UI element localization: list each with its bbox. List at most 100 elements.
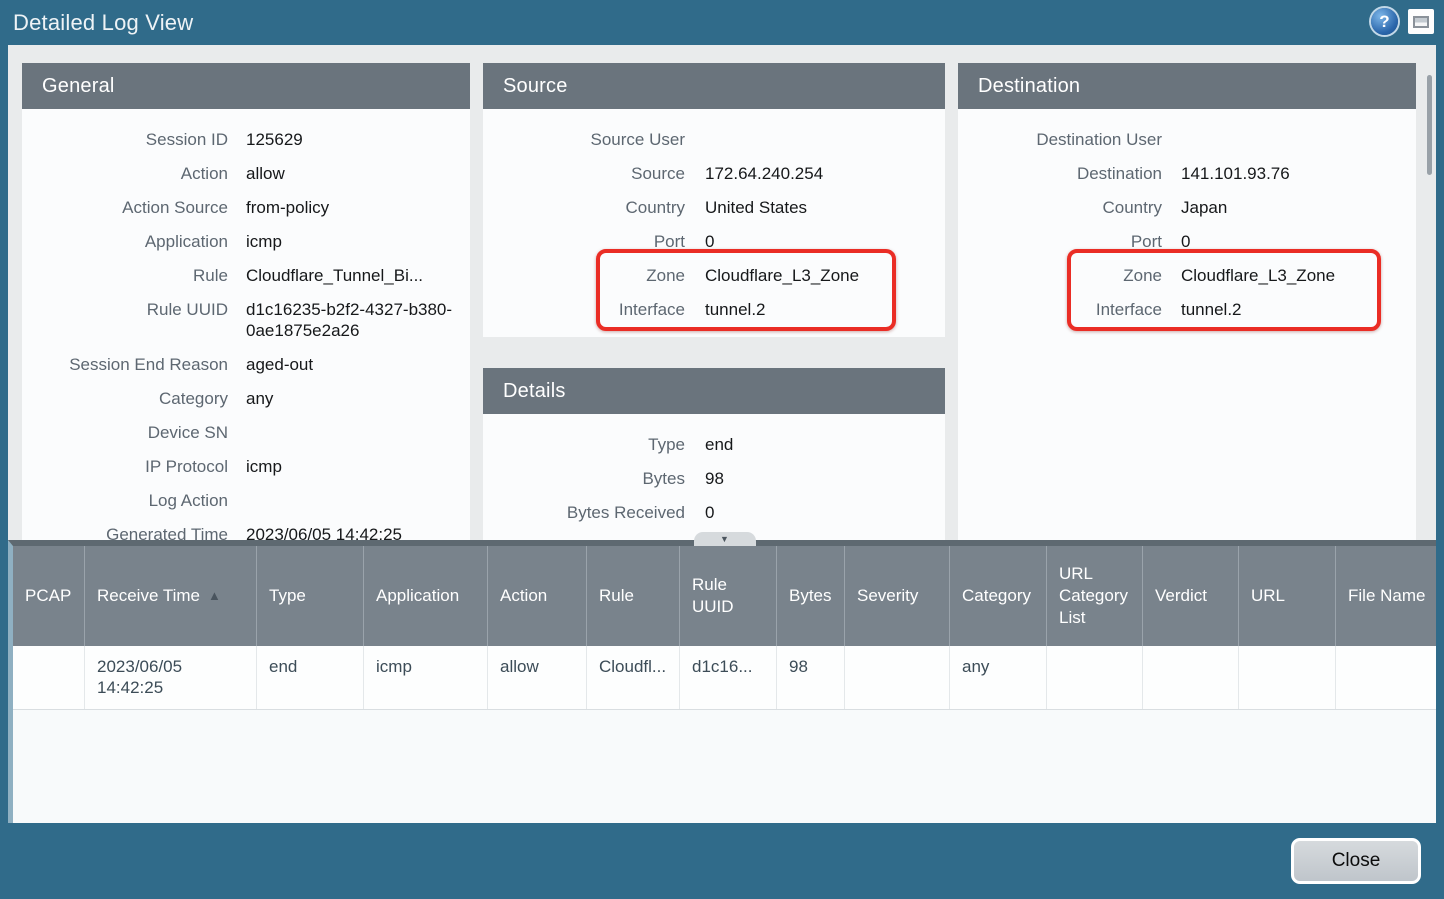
- column-label: URL: [1251, 585, 1285, 607]
- column-header-action[interactable]: Action: [488, 546, 587, 646]
- field-value: from-policy: [246, 197, 458, 218]
- details-row-bytes: Bytes 98: [483, 462, 945, 496]
- general-row-ip-protocol: IP Protocolicmp: [22, 450, 470, 484]
- field-label: Destination User: [958, 129, 1162, 150]
- column-header-verdict[interactable]: Verdict: [1143, 546, 1239, 646]
- cell-rule: Cloudfl...: [587, 646, 680, 709]
- details-row-bytes-received: Bytes Received0: [483, 496, 945, 530]
- column-header-severity[interactable]: Severity: [845, 546, 950, 646]
- field-value: allow: [246, 163, 458, 184]
- column-header-pcap[interactable]: PCAP: [13, 546, 85, 646]
- cell-url-category-list: [1047, 646, 1143, 709]
- destination-row-interface: Interfacetunnel.2: [958, 293, 1416, 327]
- field-value: aged-out: [246, 354, 458, 375]
- cell-action: allow: [488, 646, 587, 709]
- destination-row-country: CountryJapan: [958, 191, 1416, 225]
- general-row-category: Categoryany: [22, 382, 470, 416]
- field-label: Rule: [22, 265, 228, 286]
- column-header-type[interactable]: Type: [257, 546, 364, 646]
- cell-application: icmp: [364, 646, 488, 709]
- field-label: Rule UUID: [22, 299, 228, 320]
- cell-category: any: [950, 646, 1047, 709]
- column-label: URL Category List: [1059, 563, 1134, 629]
- field-label: Country: [958, 197, 1162, 218]
- vertical-scrollbar[interactable]: [1427, 75, 1432, 175]
- field-label: Interface: [483, 299, 685, 320]
- field-label: Zone: [958, 265, 1162, 286]
- field-label: Country: [483, 197, 685, 218]
- field-value: Cloudflare_L3_Zone: [705, 265, 933, 286]
- cell-bytes: 98: [777, 646, 845, 709]
- general-panel: General Session ID 125629 Action allow Act…: [22, 63, 470, 540]
- general-row-log-action: Log Action: [22, 484, 470, 518]
- field-value: Cloudflare_Tunnel_Bi...: [246, 265, 458, 286]
- source-row-zone: Zone Cloudflare_L3_Zone: [483, 259, 945, 293]
- log-table-row[interactable]: 2023/06/05 14:42:25 end icmp allow Cloud…: [13, 646, 1436, 710]
- log-table-section: ▼ PCAP Receive Time▲ Type Application Ac…: [8, 540, 1436, 823]
- field-label: Action: [22, 163, 228, 184]
- field-value: 172.64.240.254: [705, 163, 933, 184]
- column-header-rule[interactable]: Rule: [587, 546, 680, 646]
- source-row-source: Source 172.64.240.254: [483, 157, 945, 191]
- field-label: Port: [483, 231, 685, 252]
- cell-rule-uuid: d1c16...: [680, 646, 777, 709]
- destination-row-destination-user: Destination User: [958, 123, 1416, 157]
- general-row-action: Action allow: [22, 157, 470, 191]
- field-value: 141.101.93.76: [1181, 163, 1404, 184]
- field-label: Log Action: [22, 490, 228, 511]
- field-label: Session ID: [22, 129, 228, 150]
- general-row-rule: Rule Cloudflare_Tunnel_Bi...: [22, 259, 470, 293]
- details-row-type: Typeend: [483, 428, 945, 462]
- cell-file-name: [1336, 646, 1436, 709]
- chevron-down-icon: ▼: [720, 534, 729, 544]
- cell-severity: [845, 646, 950, 709]
- cell-url: [1239, 646, 1336, 709]
- column-label: Receive Time: [97, 585, 200, 607]
- column-header-category[interactable]: Category: [950, 546, 1047, 646]
- window-icon[interactable]: [1408, 9, 1434, 34]
- general-panel-title: General: [22, 63, 470, 109]
- field-value: icmp: [246, 231, 458, 252]
- column-header-url[interactable]: URL: [1239, 546, 1336, 646]
- field-label: Generated Time: [22, 524, 228, 540]
- column-label: Rule UUID: [692, 574, 768, 618]
- source-row-country: CountryUnited States: [483, 191, 945, 225]
- column-header-bytes[interactable]: Bytes: [777, 546, 845, 646]
- collapse-table-handle[interactable]: ▼: [694, 532, 756, 546]
- source-panel: Source Source User Source172.64.240.254 …: [483, 63, 945, 337]
- field-label: Source: [483, 163, 685, 184]
- column-label: Bytes: [789, 585, 832, 607]
- source-row-interface: Interfacetunnel.2: [483, 293, 945, 327]
- destination-panel: Destination Destination User Destination…: [958, 63, 1416, 540]
- column-header-url-category-list[interactable]: URL Category List: [1047, 546, 1143, 646]
- column-header-application[interactable]: Application: [364, 546, 488, 646]
- cell-receive-time: 2023/06/05 14:42:25: [85, 646, 257, 709]
- cell-type: end: [257, 646, 364, 709]
- field-label: Action Source: [22, 197, 228, 218]
- cell-pcap: [13, 646, 85, 709]
- field-label: Type: [483, 434, 685, 455]
- field-value: 125629: [246, 129, 458, 150]
- field-label: Zone: [483, 265, 685, 286]
- general-row-device-sn: Device SN: [22, 416, 470, 450]
- field-label: Port: [958, 231, 1162, 252]
- log-table-header: PCAP Receive Time▲ Type Application Acti…: [13, 546, 1436, 646]
- column-header-file-name[interactable]: File Name: [1336, 546, 1436, 646]
- field-value: end: [705, 434, 933, 455]
- general-row-session-id: Session ID 125629: [22, 123, 470, 157]
- field-label: Device SN: [22, 422, 228, 443]
- field-label: Bytes: [483, 468, 685, 489]
- field-value: 98: [705, 468, 933, 489]
- log-detail-panels: General Session ID 125629 Action allow Act…: [8, 45, 1436, 540]
- destination-row-destination: Destination141.101.93.76: [958, 157, 1416, 191]
- destination-row-zone: ZoneCloudflare_L3_Zone: [958, 259, 1416, 293]
- column-header-rule-uuid[interactable]: Rule UUID: [680, 546, 777, 646]
- details-panel: Details Typeend Bytes98 Bytes Received0: [483, 368, 945, 540]
- page-title: Detailed Log View: [13, 10, 193, 36]
- column-label: PCAP: [25, 585, 71, 607]
- field-value: d1c16235-b2f2-4327-b380-0ae1875e2a26: [246, 299, 458, 341]
- help-icon[interactable]: ?: [1371, 8, 1398, 35]
- column-header-receive-time[interactable]: Receive Time▲: [85, 546, 257, 646]
- close-button[interactable]: Close: [1291, 838, 1421, 884]
- dialog-body: General Session ID125629 Actionallow Act…: [8, 45, 1436, 823]
